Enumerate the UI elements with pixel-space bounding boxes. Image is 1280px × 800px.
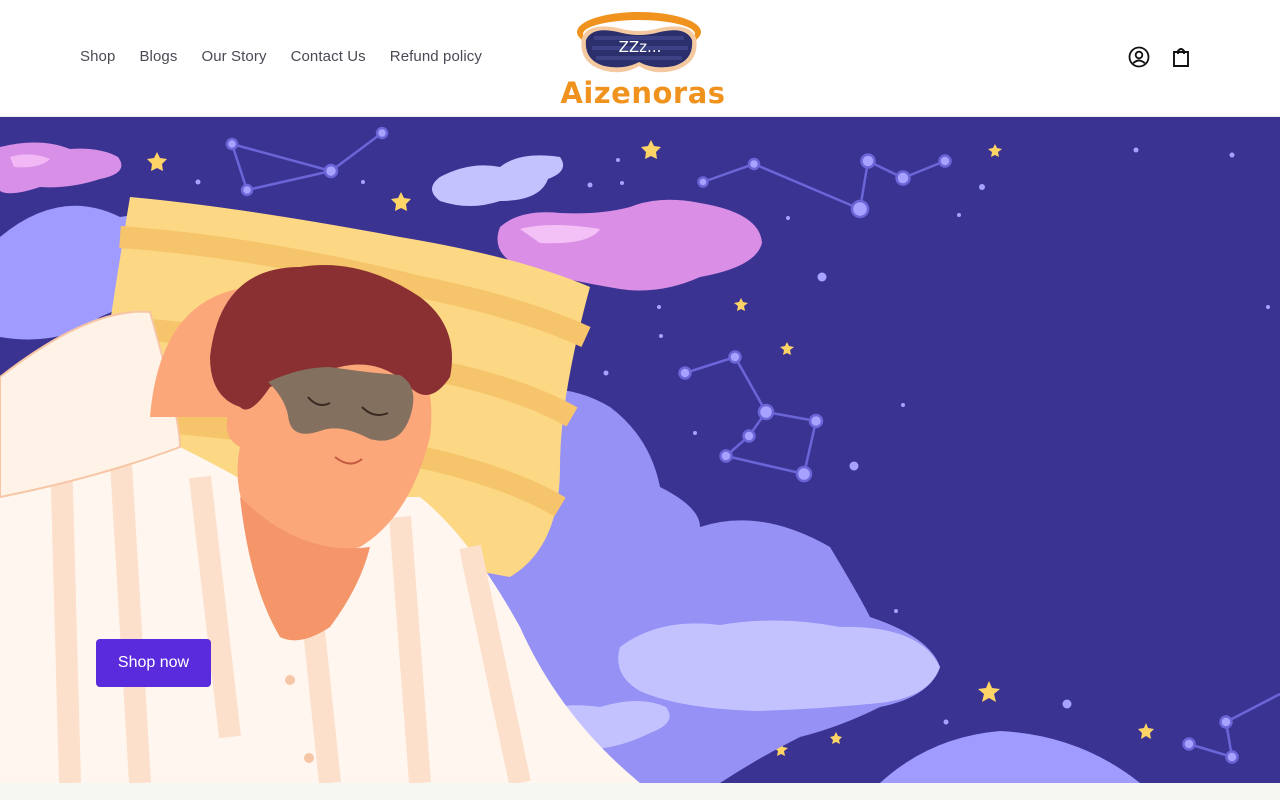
sleep-mask-logo-icon: ZZz... — [577, 12, 701, 73]
nav-blogs[interactable]: Blogs — [139, 48, 177, 65]
cart-icon[interactable] — [1170, 46, 1192, 68]
header-icons — [1128, 46, 1192, 68]
nav-our-story[interactable]: Our Story — [201, 48, 266, 65]
brand-logo[interactable]: ZZz... Aizenoras — [548, 8, 738, 112]
site-header: Shop Blogs Our Story Contact Us Refund p… — [0, 0, 1280, 117]
nav-shop[interactable]: Shop — [80, 48, 115, 65]
main-nav: Shop Blogs Our Story Contact Us Refund p… — [80, 48, 482, 65]
logo-mask-text: ZZz... — [619, 38, 662, 56]
account-icon[interactable] — [1128, 46, 1150, 68]
hero-banner: Shop now — [0, 117, 1280, 783]
nav-contact-us[interactable]: Contact Us — [291, 48, 366, 65]
footer-strip — [0, 783, 1280, 800]
logo-text: Aizenoras — [560, 76, 726, 110]
shop-now-button[interactable]: Shop now — [96, 639, 211, 687]
nav-refund-policy[interactable]: Refund policy — [390, 48, 482, 65]
